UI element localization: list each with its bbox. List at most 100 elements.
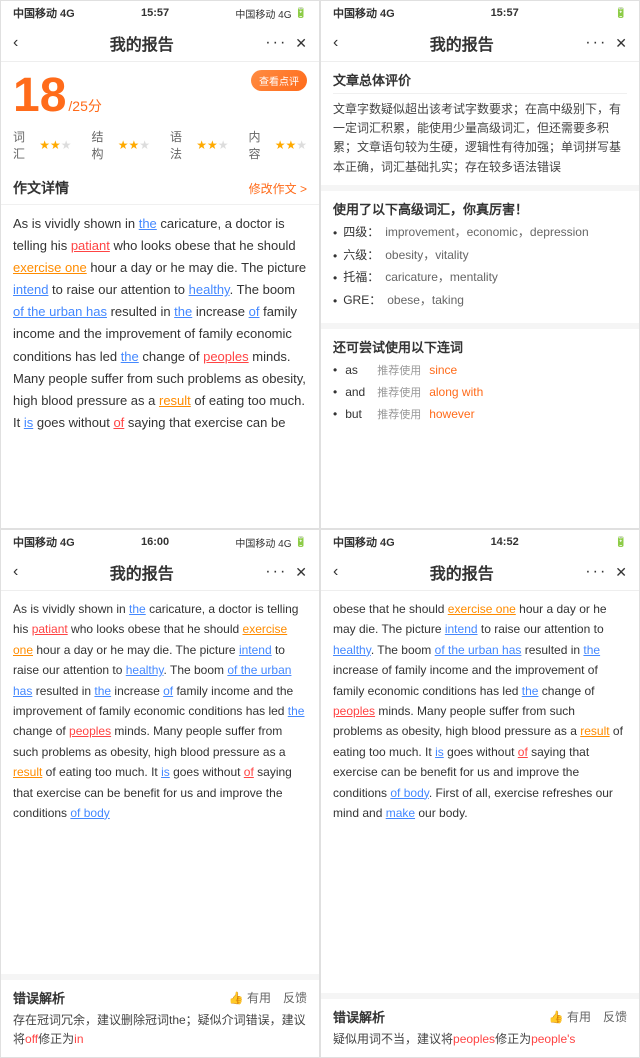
- back-button-bl[interactable]: ‹: [13, 563, 18, 581]
- vocab-level-toefl: 托福：: [343, 269, 379, 286]
- panel-bottom-left: 中国移动 4G 16:00 中国移动 4G 🔋 ‹ 我的报告 ··· ✕ As …: [0, 529, 320, 1058]
- connector-recommend-and: 推荐使用: [377, 384, 421, 400]
- feedback-button-bl[interactable]: 反馈: [283, 989, 307, 1006]
- vocab-item-gre: • GRE： obese，taking: [333, 292, 627, 310]
- word-peoples-bl: peoples: [69, 724, 111, 738]
- error-actions-bl: 👍 有用 反馈: [229, 989, 307, 1006]
- close-button-tl[interactable]: ✕: [295, 35, 307, 52]
- word-ofbody-br: of body: [390, 786, 428, 800]
- more-button-tl[interactable]: ···: [265, 34, 287, 52]
- connector-list: • as 推荐使用 since • and 推荐使用 along with • …: [333, 362, 627, 422]
- vocab-words-toefl: caricature，mentality: [385, 269, 498, 286]
- battery-tr: 🔋: [615, 8, 627, 19]
- connector-dot-3: •: [333, 407, 337, 421]
- vocab-item-cet4: • 四级： improvement，economic，depression: [333, 224, 627, 242]
- nav-title-tl: 我的报告: [110, 31, 174, 55]
- word-intend-br: intend: [445, 622, 478, 636]
- feedback-button-br[interactable]: 反馈: [603, 1008, 627, 1025]
- word-make-br: make: [386, 806, 415, 820]
- error-section-bl: 错误解析 👍 有用 反馈 存在冠词冗余，建议删除冠词the；疑似介词错误，建议将…: [1, 974, 319, 1057]
- nav-right-br: ··· ✕: [585, 563, 627, 581]
- vocab-dot-1: •: [333, 225, 337, 242]
- nav-right-tr: ··· ✕: [585, 34, 627, 52]
- connector-as: • as 推荐使用 since: [333, 362, 627, 378]
- connector-recommend-as: 推荐使用: [377, 362, 421, 378]
- word-of-the-urban: of the urban has: [13, 304, 107, 319]
- time-tl: 15:57: [141, 7, 169, 19]
- connector-dot-1: •: [333, 363, 337, 377]
- useful-button-br[interactable]: 👍 有用: [549, 1008, 591, 1025]
- nav-title-tr: 我的报告: [430, 31, 494, 55]
- essay-section-header: 作文详情 修改作文 >: [1, 172, 319, 205]
- score-grammar-stars: ★★★: [196, 138, 228, 152]
- connector-but: • but 推荐使用 however: [333, 406, 627, 422]
- score-content-label: 内容: [249, 128, 271, 162]
- time-br: 14:52: [491, 536, 519, 548]
- vocab-dot-3: •: [333, 270, 337, 287]
- error-text-br: 疑似用词不当，建议将peoples修正为people's: [333, 1030, 627, 1049]
- word-intend: intend: [13, 282, 48, 297]
- word-is: is: [24, 415, 33, 430]
- word-intend-bl: intend: [239, 643, 272, 657]
- overall-eval-section: 文章总体评价 文章字数疑似超出该考试字数要求；在高中级别下，有一定词汇积累，能使…: [321, 62, 639, 185]
- review-button[interactable]: 查看点评: [251, 70, 307, 91]
- more-button-bl[interactable]: ···: [265, 563, 287, 581]
- more-button-tr[interactable]: ···: [585, 34, 607, 52]
- back-button-br[interactable]: ‹: [333, 563, 338, 581]
- score-structure-stars: ★★★: [118, 138, 150, 152]
- vocab-list: • 四级： improvement，economic，depression • …: [333, 224, 627, 310]
- word-the-bl-3: the: [288, 704, 305, 718]
- vocab-words-cet6: obesity，vitality: [385, 247, 468, 264]
- word-result-br: result: [580, 724, 609, 738]
- more-button-br[interactable]: ···: [585, 563, 607, 581]
- word-the-bl-2: the: [94, 684, 111, 698]
- panel-top-right: 中国移动 4G 15:57 🔋 ‹ 我的报告 ··· ✕ 文章总体评价 文章字数…: [320, 0, 640, 529]
- word-peoples-1: peoples: [203, 349, 249, 364]
- word-the-3: the: [121, 349, 139, 364]
- status-bar-br: 中国移动 4G 14:52 🔋: [321, 530, 639, 554]
- score-items: 词汇 ★★★ 结构 ★★★ 语法 ★★★ 内容 ★★★: [13, 128, 307, 162]
- connector-dot-2: •: [333, 385, 337, 399]
- vocab-level-gre: GRE：: [343, 292, 381, 309]
- nav-title-br: 我的报告: [430, 560, 494, 584]
- word-the-br: the: [583, 643, 600, 657]
- connector-alt-but: however: [429, 407, 474, 421]
- error-keyword-off: off: [25, 1032, 38, 1046]
- panel-top-left: 中国移动 4G 15:57 中国移动 4G 🔋 ‹ 我的报告 ··· ✕ 查看点…: [0, 0, 320, 529]
- word-healthy-br: healthy: [333, 643, 371, 657]
- close-button-bl[interactable]: ✕: [295, 564, 307, 581]
- overall-eval-text: 文章字数疑似超出该考试字数要求；在高中级别下，有一定词汇积累，能使用少量高级词汇…: [333, 100, 627, 177]
- word-is-bl: is: [161, 765, 170, 779]
- status-bar-bl: 中国移动 4G 16:00 中国移动 4G 🔋: [1, 530, 319, 554]
- nav-bar-tr: ‹ 我的报告 ··· ✕: [321, 25, 639, 62]
- connector-alt-as: since: [429, 363, 457, 377]
- connector-word-and: and: [345, 385, 369, 399]
- close-button-tr[interactable]: ✕: [615, 35, 627, 52]
- word-patiant: patiant: [71, 238, 110, 253]
- edit-essay-link[interactable]: 修改作文 >: [249, 180, 307, 197]
- vocab-item-toefl: • 托福： caricature，mentality: [333, 269, 627, 287]
- connector-word-but: but: [345, 407, 369, 421]
- back-button-tr[interactable]: ‹: [333, 34, 338, 52]
- useful-button-bl[interactable]: 👍 有用: [229, 989, 271, 1006]
- essay-section-title: 作文详情: [13, 178, 69, 198]
- close-button-br[interactable]: ✕: [615, 564, 627, 581]
- word-healthy-bl: healthy: [126, 663, 164, 677]
- nav-bar-tl: ‹ 我的报告 ··· ✕: [1, 25, 319, 62]
- word-result-1: result: [159, 393, 191, 408]
- nav-title-bl: 我的报告: [110, 560, 174, 584]
- word-of-br: of: [518, 745, 528, 759]
- back-button-tl[interactable]: ‹: [13, 34, 18, 52]
- score-vocab: 词汇 ★★★: [13, 128, 72, 162]
- carrier-left-bl: 中国移动 4G: [13, 534, 75, 550]
- connector-section: 还可尝试使用以下连词 • as 推荐使用 since • and 推荐使用 al…: [321, 323, 639, 436]
- vocab-title: 使用了以下高级词汇，你真厉害！: [333, 199, 627, 218]
- connector-recommend-but: 推荐使用: [377, 406, 421, 422]
- status-bar-tl: 中国移动 4G 15:57 中国移动 4G 🔋: [1, 1, 319, 25]
- vocab-level-cet4: 四级：: [343, 224, 379, 241]
- vocab-dot-2: •: [333, 248, 337, 265]
- word-of: of: [249, 304, 260, 319]
- word-the-1: the: [139, 216, 157, 231]
- nav-right-bl: ··· ✕: [265, 563, 307, 581]
- word-exercise-one: exercise one: [13, 260, 87, 275]
